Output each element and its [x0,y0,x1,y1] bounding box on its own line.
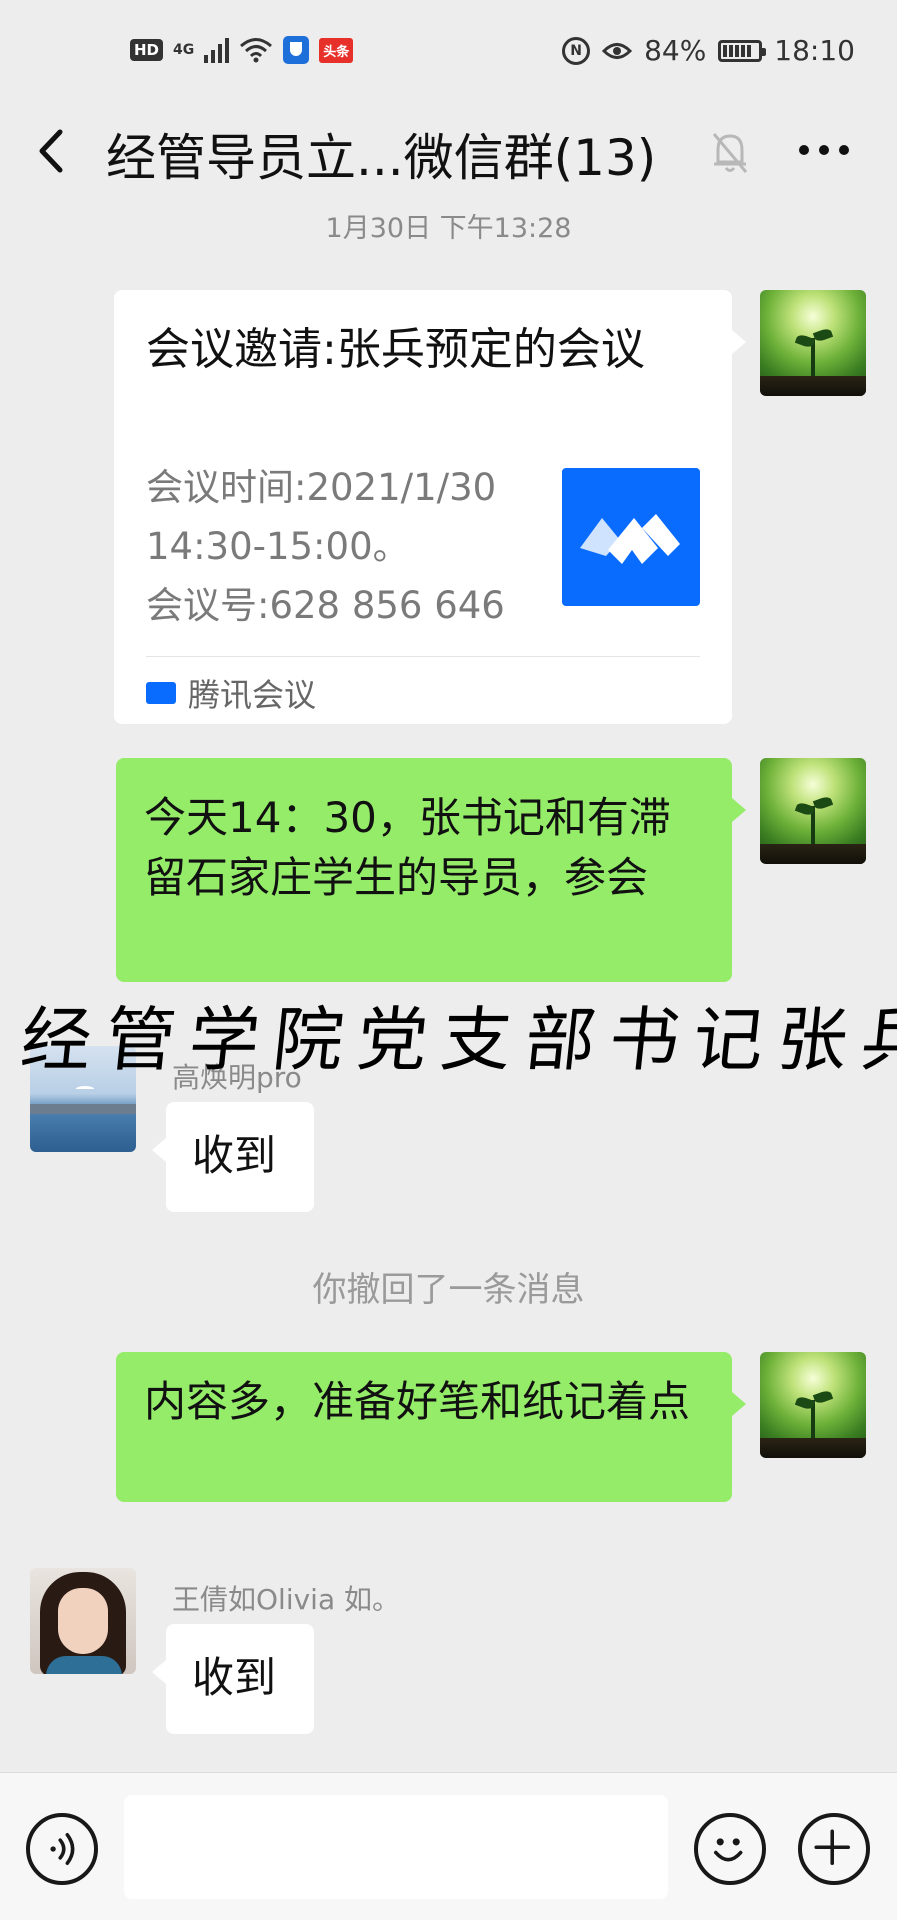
clock: 18:10 [774,34,855,67]
emoji-icon[interactable] [694,1813,766,1885]
message-text: 收到 [192,1653,277,1702]
toutiao-icon: 头条 [319,37,354,63]
tencent-meeting-mini-icon [146,682,176,704]
input-bar [0,1772,897,1920]
tencent-meeting-logo-icon [562,468,700,606]
message-input[interactable] [124,1795,668,1899]
card-footer: 腾讯会议 [146,668,316,718]
battery-percent: 84% [644,34,707,67]
more-dots-icon[interactable] [798,140,850,160]
message-text: 内容多，准备好笔和纸记着点 [144,1377,691,1426]
nfc-icon: N [562,36,591,65]
shield-app-icon [283,36,310,64]
message-bubble-other[interactable]: 收到 [152,1624,314,1734]
message-bubble-self[interactable]: 内容多，准备好笔和纸记着点 [116,1352,746,1502]
avatar-self[interactable] [760,1352,866,1458]
avatar-wang[interactable] [30,1568,136,1674]
card-divider [146,656,700,657]
avatar-self[interactable] [760,758,866,864]
voice-icon[interactable] [26,1813,98,1885]
card-desc-line: 会议时间:2021/1/30 [146,466,497,509]
recall-notice: 你撤回了一条消息 [312,1270,585,1310]
signal-icon [204,37,230,63]
card-title: 会议邀请:张兵预定的会议 [146,324,645,375]
plus-icon[interactable] [798,1813,870,1885]
back-chevron-icon[interactable] [32,126,76,176]
message-text: 收到 [192,1131,277,1180]
chat-title: 经管导员立...微信群(13) [106,129,657,187]
hd-icon: HD [130,39,164,61]
avatar-self[interactable] [760,290,866,396]
status-left: HD 4G 头条 [130,36,354,64]
card-description: 会议时间:2021/1/30 14:30-15:00。 会议号:628 856 … [146,458,536,635]
handwritten-caption: 经管学院党支部书记张兵 [17,999,897,1081]
wifi-icon [240,38,273,63]
message-bubble-self[interactable]: 今天14：30，张书记和有滞留石家庄学生的导员，参会 [116,758,746,982]
message-text: 今天14：30，张书记和有滞留石家庄学生的导员，参会 [144,793,671,902]
sender-name: 王倩如Olivia 如。 [172,1583,401,1616]
chat-header: 经管导员立...微信群(13) [0,100,897,200]
card-source: 腾讯会议 [188,676,317,714]
status-bar: HD 4G 头条 N 84% 18:10 [0,0,897,100]
mute-bell-icon[interactable] [708,128,752,176]
status-right: N 84% 18:10 [562,34,855,67]
network-type: 4G [173,42,195,58]
card-desc-line: 会议号:628 856 646 [146,584,505,627]
card-desc-line: 14:30-15:00。 [146,525,410,568]
message-bubble-other[interactable]: 收到 [152,1102,314,1212]
battery-icon [718,39,767,62]
meeting-invite-card[interactable]: 会议邀请:张兵预定的会议 会议时间:2021/1/30 14:30-15:00。… [114,290,746,724]
message-timestamp: 1月30日 下午13:28 [325,213,572,244]
eye-comfort-icon [602,42,633,59]
